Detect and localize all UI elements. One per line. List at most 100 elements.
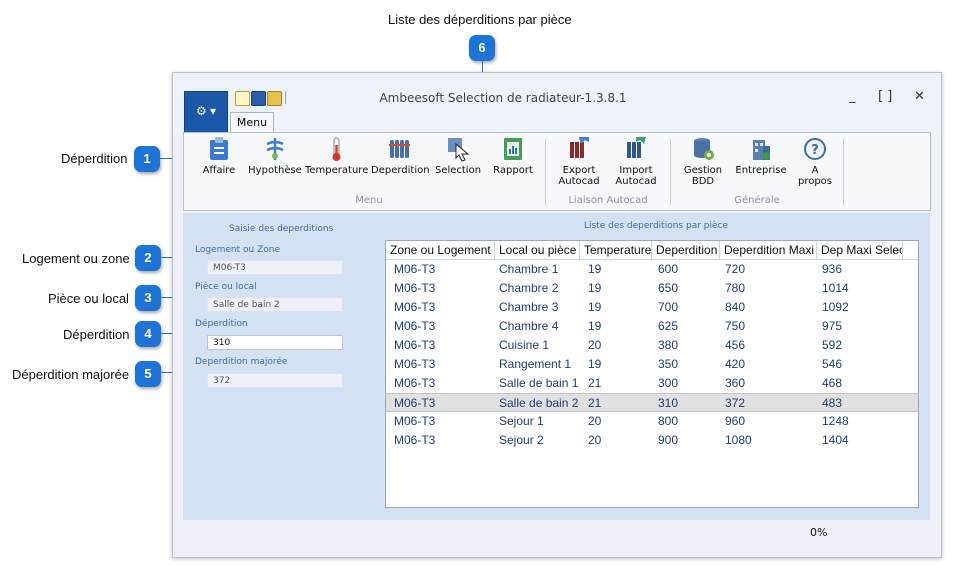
table-cell: M06-T3 [394,357,436,371]
gestion-bdd-button[interactable]: Gestion BDD [678,136,728,187]
table-cell: Salle de bain 2 [499,396,579,410]
a-propos-button[interactable]: ? A propos [793,136,837,187]
open-folder-icon[interactable] [267,91,282,106]
table-cell: M06-T3 [394,414,436,428]
minimize-button[interactable]: _ [849,89,856,104]
left-pane-title: Saisie des deperditions [229,224,334,234]
deperditions-table[interactable]: Zone ou Logement Local ou pièce Temperat… [385,240,919,508]
a-propos-line2: propos [797,176,833,187]
piece-local-field[interactable]: Salle de bain 2 [207,297,343,312]
table-cell: 546 [822,357,843,371]
table-cell: 456 [725,338,746,352]
qat-separator [285,91,286,104]
annotation-top-label: Liste des déperditions par pièce [388,12,572,27]
close-button[interactable]: ✕ [914,89,925,104]
field-label-piece: Pièce ou local [195,282,257,292]
table-row[interactable]: M06-T3 Sejour 1 20 800 960 1248 [386,412,918,431]
table-cell: 19 [588,262,602,276]
maximize-button[interactable]: [ ] [878,89,892,104]
hypothese-button[interactable]: Hypothèse [247,136,303,176]
column-header-zone[interactable]: Zone ou Logement [386,241,495,259]
deperdition-label: Deperdition [371,165,430,176]
table-row[interactable]: M06-T3 Chambre 3 19 700 840 1092 [386,298,918,317]
table-cell: Chambre 3 [499,300,559,314]
deperdition-button[interactable]: Deperdition [371,136,430,176]
export-autocad-button[interactable]: Export Autocad [553,136,605,187]
table-cell: 720 [725,262,746,276]
table-row[interactable]: M06-T3 Chambre 2 19 650 780 1014 [386,279,918,298]
table-header: Zone ou Logement Local ou pièce Temperat… [386,241,918,260]
table-row[interactable]: M06-T3 Salle de bain 2 21 310 372 483 [386,393,918,412]
column-header-deperdition[interactable]: Deperdition [652,241,720,259]
tab-menu[interactable]: Menu [230,112,274,133]
table-cell: 468 [822,376,843,390]
building-icon [749,136,773,162]
table-cell: Cuisine 1 [499,338,550,352]
logement-zone-field[interactable]: M06-T3 [207,260,343,275]
import-autocad-line1: Import [619,165,653,176]
deperdition-field[interactable]: 310 [207,335,343,350]
table-cell: 960 [725,414,746,428]
progress-text: 0% [810,526,828,539]
table-row[interactable]: M06-T3 Sejour 2 20 900 1080 1404 [386,431,918,450]
table-cell: 483 [822,396,843,410]
table-row[interactable]: M06-T3 Rangement 1 19 350 420 546 [386,355,918,374]
table-row[interactable]: M06-T3 Cuisine 1 20 380 456 592 [386,336,918,355]
rapport-button[interactable]: Rapport [488,136,538,176]
deperdition-majoree-field[interactable]: 372 [207,373,343,388]
help-icon: ? [803,136,827,162]
import-autocad-line2: Autocad [615,176,657,187]
table-cell: M06-T3 [394,376,436,390]
table-cell: M06-T3 [394,319,436,333]
column-header-deperdition-maxi[interactable]: Deperdition Maxi [720,241,817,259]
table-cell: M06-T3 [394,338,436,352]
temperature-button[interactable]: Temperature [305,136,369,176]
table-row[interactable]: M06-T3 Salle de bain 1 21 300 360 468 [386,374,918,393]
table-cell: 380 [658,338,679,352]
selection-button[interactable]: Selection [433,136,483,176]
thermometer-icon [324,136,348,162]
group-label-menu: Menu [355,195,383,206]
table-cell: Chambre 2 [499,281,559,295]
svg-text:?: ? [811,143,819,158]
table-cell: 20 [588,433,602,447]
annotation-label-5: Déperdition majorée [12,367,130,382]
main-content: Saisie des deperditions Logement ou Zone… [183,213,930,520]
table-cell: 19 [588,319,602,333]
table-row[interactable]: M06-T3 Chambre 1 19 600 720 936 [386,260,918,279]
table-cell: 1248 [822,414,849,428]
table-cell: M06-T3 [394,300,436,314]
table-cell: 900 [658,433,679,447]
table-cell: 19 [588,300,602,314]
table-row[interactable]: M06-T3 Chambre 4 19 625 750 975 [386,317,918,336]
affaire-label: Affaire [202,165,236,176]
annotation-badge-1: 1 [134,146,160,172]
new-file-icon[interactable] [235,91,250,106]
affaire-button[interactable]: Affaire [194,136,244,176]
annotation-label-2: Logement ou zone [22,251,130,266]
table-cell: 21 [588,376,602,390]
entreprise-button[interactable]: Entreprise [734,136,788,176]
table-cell: Sejour 1 [499,414,544,428]
annotation-badge-6: 6 [469,35,495,61]
table-cell: 20 [588,338,602,352]
app-menu-button[interactable]: ⚙ ▾ [184,91,228,133]
table-cell: 800 [658,414,679,428]
save-icon[interactable] [251,91,266,106]
hypothese-label: Hypothèse [248,165,302,176]
column-header-local[interactable]: Local ou pièce [495,241,580,259]
column-header-dep-maxi-selec[interactable]: Dep Maxi Selec [817,241,903,259]
import-autocad-button[interactable]: Import Autocad [610,136,662,187]
table-cell: 310 [658,396,679,410]
table-cell: 1092 [822,300,849,314]
table-cell: Chambre 4 [499,319,559,333]
annotation-label-3: Pièce ou local [48,291,129,306]
table-cell: 350 [658,357,679,371]
column-header-temperature[interactable]: Temperature [580,241,652,259]
right-pane-title: Liste des deperditions par pièce [584,221,728,231]
group-label-generale: Générale [734,195,780,206]
table-cell: 700 [658,300,679,314]
temperature-label: Temperature [305,165,369,176]
table-cell: M06-T3 [394,396,436,410]
field-label-deperdition-majoree: Deperdition majorée [195,357,288,367]
